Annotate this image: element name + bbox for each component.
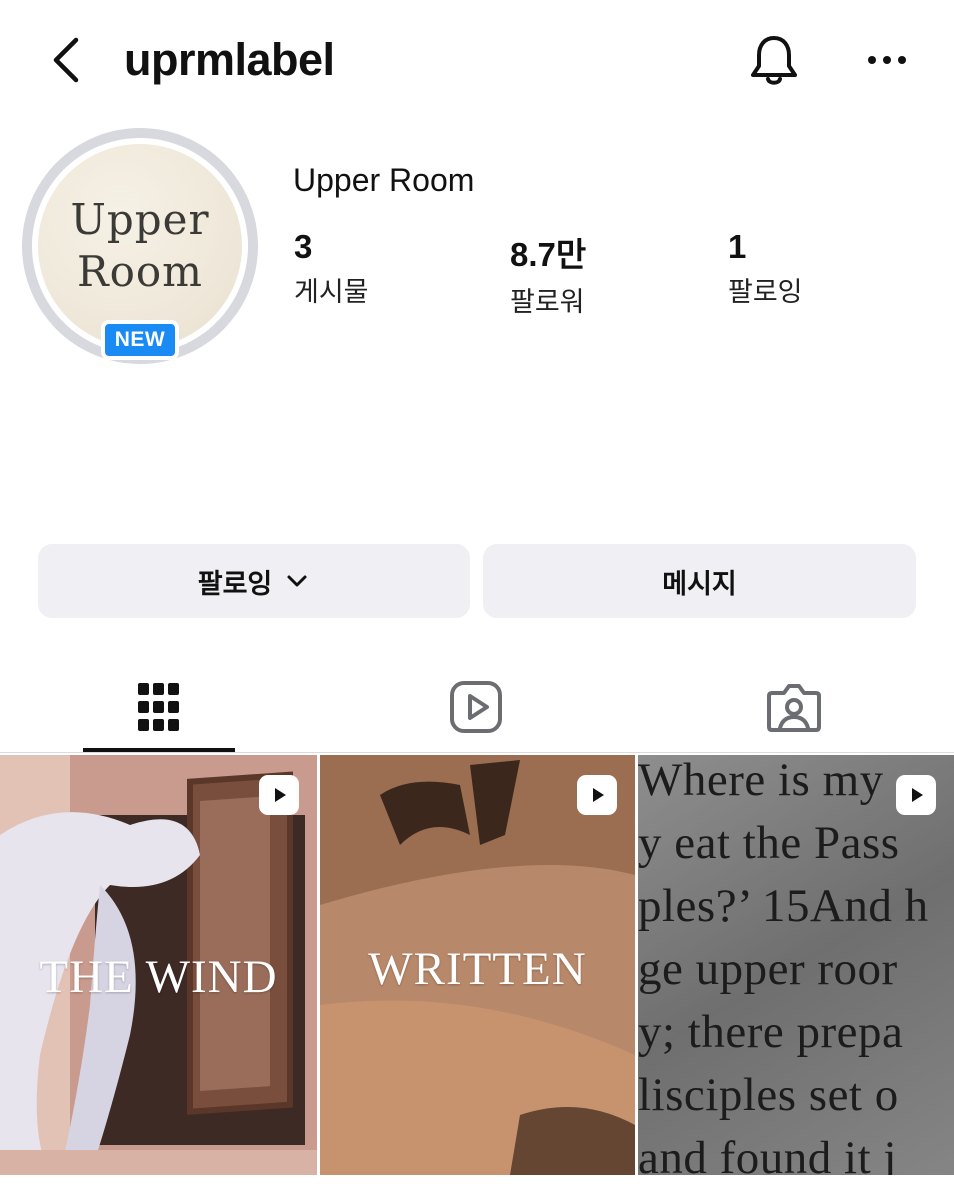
posts-stat[interactable]: 3 게시물 — [294, 228, 369, 309]
message-button[interactable]: 메시지 — [483, 544, 916, 618]
scripture-line: lisciples set o — [638, 1069, 899, 1121]
following-label: 팔로잉 — [728, 277, 803, 308]
following-count: 1 — [728, 228, 747, 265]
post-tile[interactable]: WRITTEN — [320, 755, 635, 1175]
post-tile[interactable]: THE WIND — [0, 755, 317, 1175]
scripture-line: y eat the Pass — [638, 817, 900, 869]
scripture-line: ples?’ 15And h — [638, 880, 929, 932]
reel-indicator-icon — [577, 775, 617, 815]
more-options-icon[interactable] — [860, 42, 914, 78]
reel-indicator-icon — [896, 775, 936, 815]
followers-count: 8.7만 — [510, 236, 587, 273]
posts-grid: THE WIND WRITTEN Where is my y eat the P… — [0, 755, 954, 1175]
display-name: Upper Room — [293, 162, 475, 198]
scripture-line: ge upper roor — [638, 943, 898, 995]
posts-count: 3 — [294, 228, 313, 265]
post-caption: THE WIND — [39, 951, 278, 1003]
tab-reels[interactable] — [400, 660, 552, 753]
profile-tabs — [0, 660, 954, 753]
back-icon[interactable] — [44, 30, 88, 90]
profile-avatar[interactable]: Upper Room NEW — [22, 128, 258, 364]
top-bar: uprmlabel — [0, 0, 954, 120]
tab-divider — [0, 752, 954, 753]
following-button[interactable]: 팔로잉 — [38, 544, 470, 618]
post-tile[interactable]: Where is my y eat the Pass ples?’ 15And … — [638, 755, 954, 1175]
post-caption: WRITTEN — [368, 943, 587, 995]
message-button-label: 메시지 — [662, 568, 737, 600]
grid-icon — [138, 682, 179, 731]
tab-posts-grid[interactable] — [83, 660, 235, 753]
profile-username: uprmlabel — [124, 34, 335, 85]
followers-label: 팔로워 — [510, 287, 585, 318]
bell-icon[interactable] — [744, 30, 804, 90]
following-button-label: 팔로잉 — [197, 568, 273, 600]
scripture-line: and found it j — [638, 1132, 897, 1175]
tagged-icon — [767, 683, 821, 732]
new-badge: NEW — [101, 320, 179, 360]
chevron-down-icon — [287, 575, 307, 587]
logo-text-line2: Room — [76, 247, 204, 296]
followers-stat[interactable]: 8.7만 팔로워 — [510, 228, 586, 319]
scripture-line: y; there prepa — [638, 1006, 904, 1058]
tab-tagged[interactable] — [718, 660, 870, 753]
reels-icon — [450, 680, 502, 733]
post-scripture-text: Where is my y eat the Pass ples?’ 15And … — [638, 755, 954, 1175]
posts-label: 게시물 — [294, 277, 369, 308]
reel-indicator-icon — [259, 775, 299, 815]
following-stat[interactable]: 1 팔로잉 — [728, 228, 803, 309]
avatar-logo: Upper Room — [38, 144, 242, 348]
logo-text-line1: Upper — [70, 194, 210, 244]
